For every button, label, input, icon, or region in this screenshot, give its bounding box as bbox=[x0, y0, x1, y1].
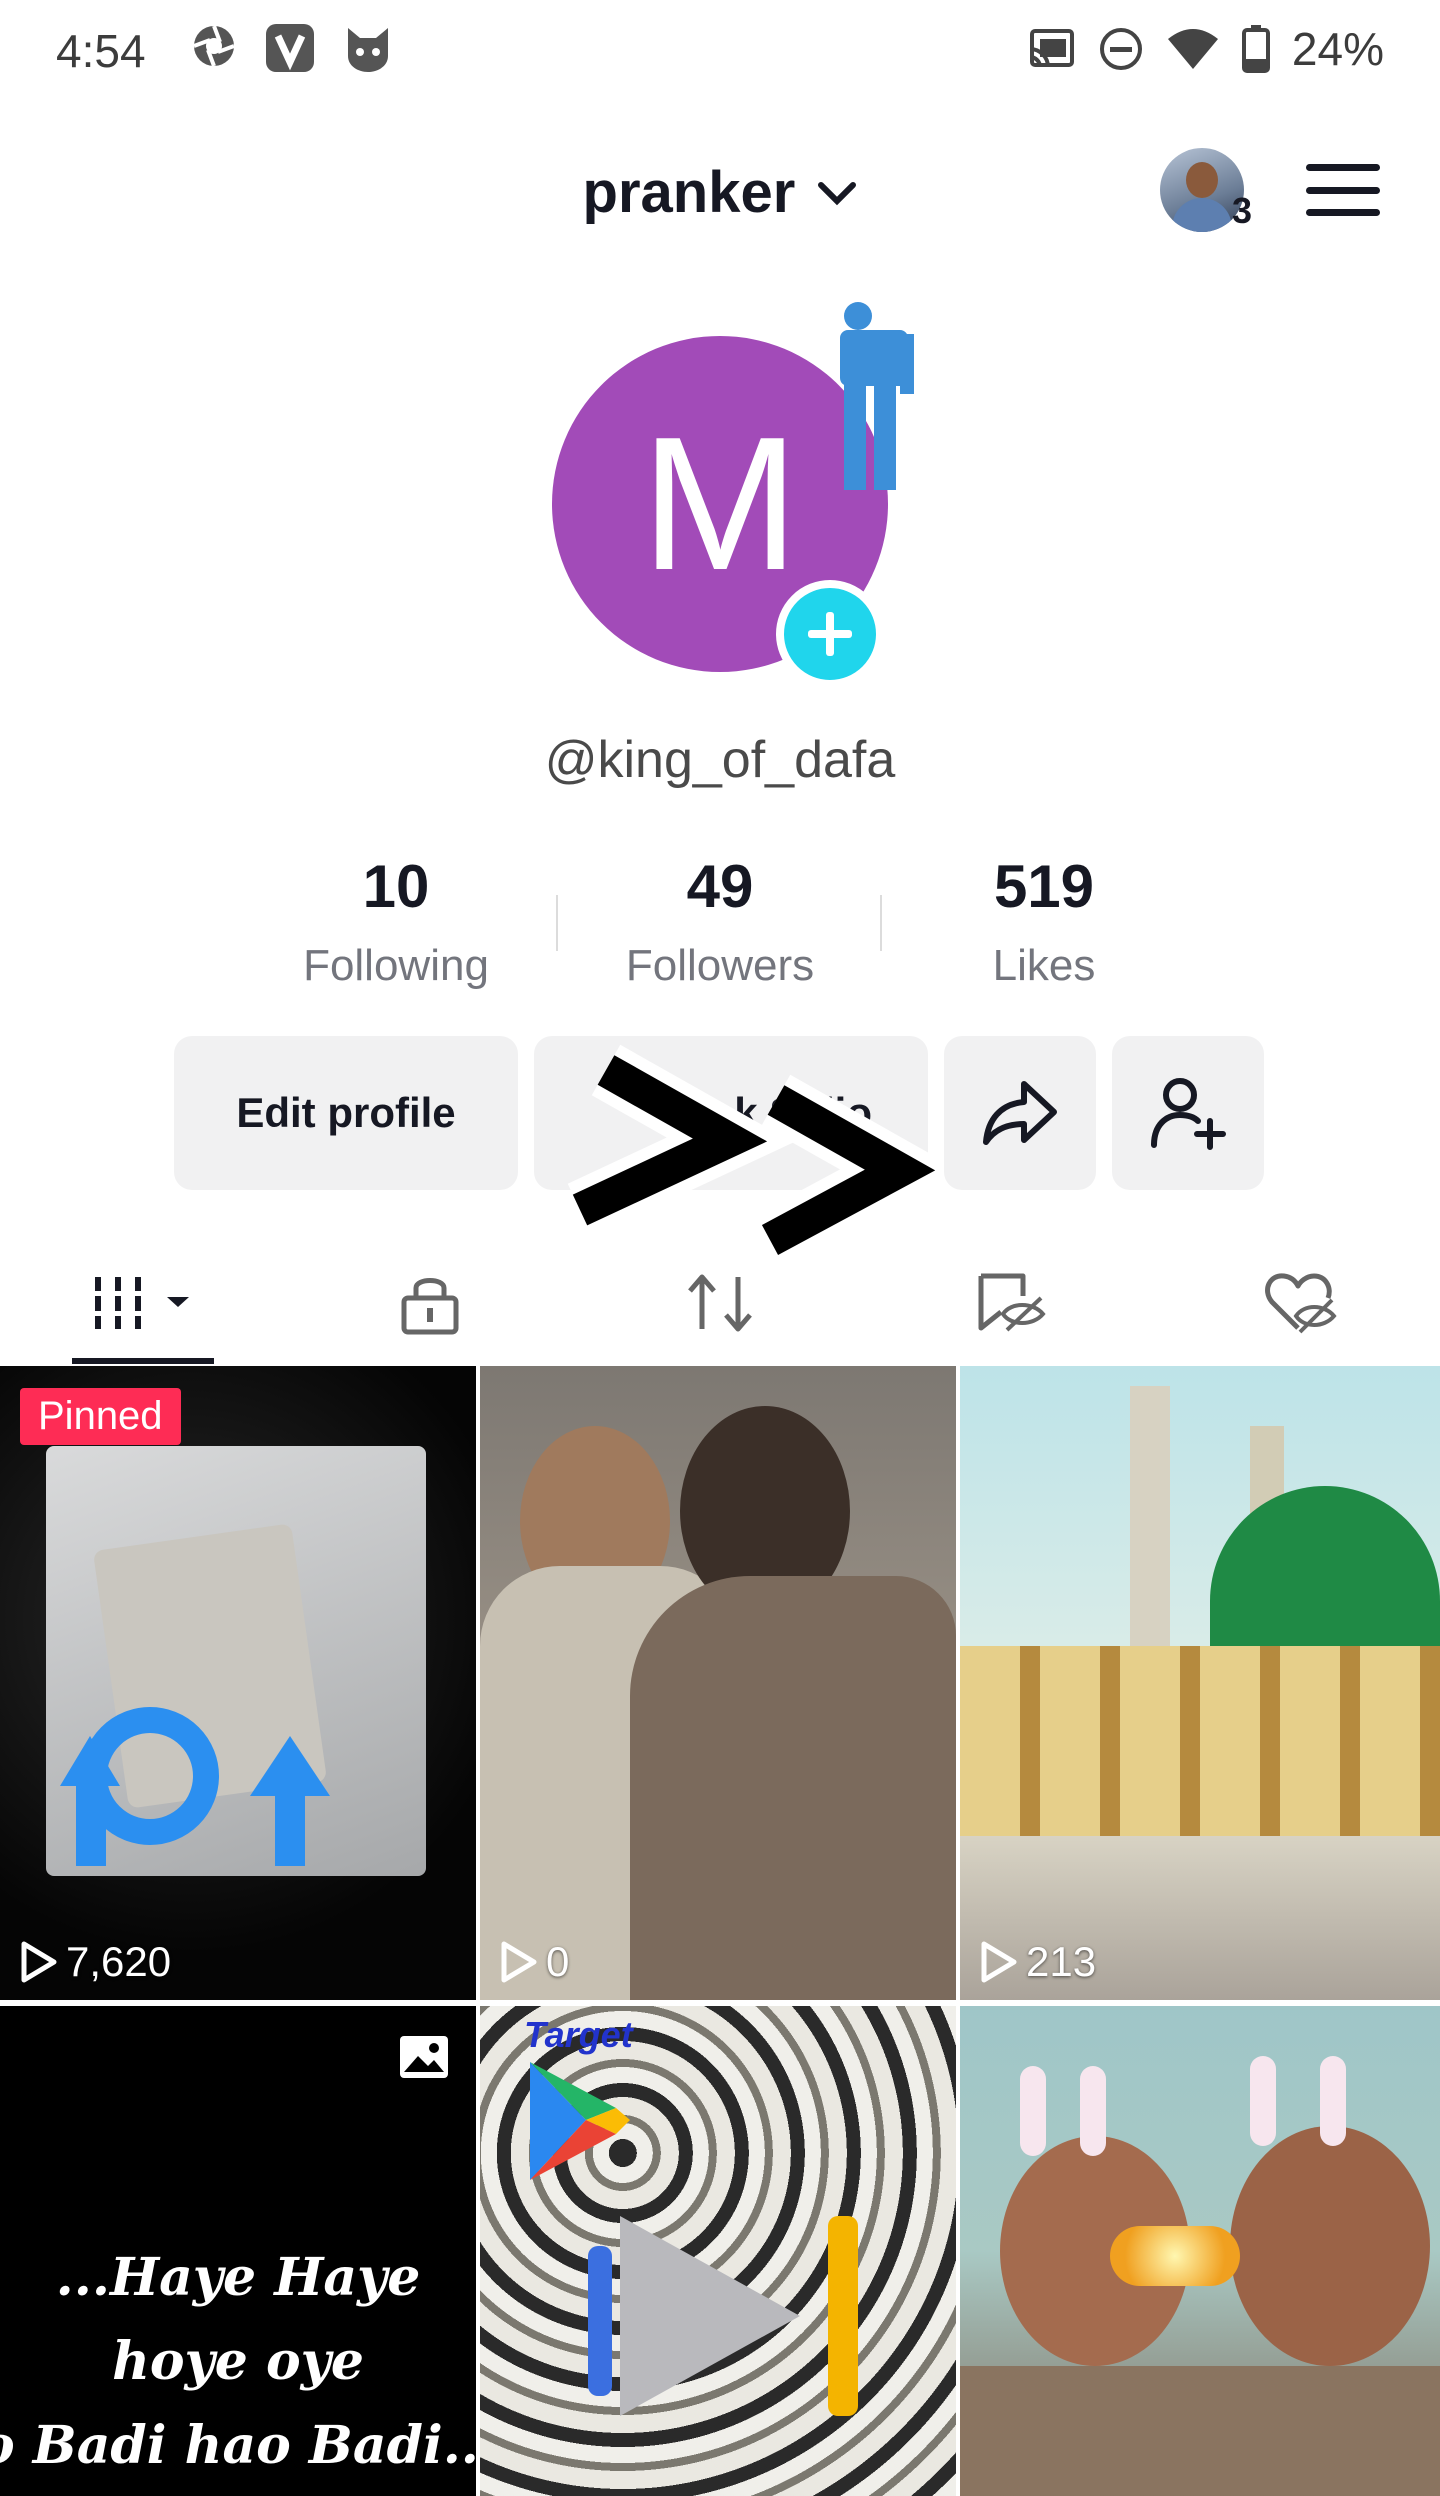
view-count: 7,620 bbox=[18, 1938, 171, 1986]
play-icon bbox=[981, 1941, 1017, 1983]
heart-hidden-icon bbox=[1265, 1273, 1337, 1334]
view-count-text: 0 bbox=[546, 1938, 570, 1985]
wifi-icon bbox=[1167, 29, 1218, 69]
do-not-disturb-icon bbox=[1099, 28, 1142, 70]
cast-icon bbox=[1029, 29, 1074, 68]
video-thumbnail[interactable]: Target bbox=[480, 2006, 956, 2496]
stat-followers[interactable]: 49 Followers bbox=[590, 852, 850, 991]
v-app-icon bbox=[266, 24, 314, 72]
caption-line: ...Haye Haye bbox=[55, 2247, 421, 2308]
stat-following[interactable]: 10 Following bbox=[266, 852, 526, 991]
video-thumbnail[interactable] bbox=[960, 2006, 1440, 2496]
plus-icon bbox=[808, 612, 852, 656]
aperture-icon bbox=[193, 25, 235, 67]
cat-app-icon bbox=[348, 28, 388, 72]
photo-icon bbox=[400, 2036, 448, 2078]
tab-private[interactable] bbox=[360, 1240, 500, 1366]
active-tab-indicator bbox=[72, 1358, 214, 1364]
tab-liked[interactable] bbox=[1230, 1240, 1370, 1366]
play-icon bbox=[21, 1941, 57, 1983]
stat-divider bbox=[556, 895, 558, 951]
bookmark-hidden-icon bbox=[978, 1273, 1046, 1332]
stat-value: 49 bbox=[686, 853, 754, 920]
person-figure-icon bbox=[840, 302, 914, 490]
battery-icon bbox=[1241, 25, 1270, 73]
view-count: 0 bbox=[498, 1938, 569, 1986]
menu-icon[interactable] bbox=[1306, 160, 1380, 220]
share-icon bbox=[983, 1081, 1057, 1145]
status-bar: 4:54 24% bbox=[0, 0, 1440, 100]
account-count-badge: 3 bbox=[1232, 190, 1253, 231]
photo-thumbnail[interactable]: ...Haye Haye hoye oye o Badi hao Badi... bbox=[0, 2006, 476, 2496]
repost-icon bbox=[688, 1274, 752, 1332]
view-count-text: 213 bbox=[1026, 1938, 1097, 1985]
avatar-letter: M bbox=[640, 398, 800, 610]
edit-profile-button[interactable]: Edit profile bbox=[174, 1036, 518, 1190]
refresh-arrows-icon bbox=[60, 1707, 330, 1866]
stat-likes[interactable]: 519 Likes bbox=[914, 852, 1174, 991]
profile-tabs bbox=[0, 1240, 1440, 1366]
username: @king_of_dafa bbox=[544, 731, 896, 789]
video-thumbnail[interactable]: 213 bbox=[960, 1366, 1440, 2000]
photo-caption: ...Haye Haye hoye oye o Badi hao Badi... bbox=[0, 2236, 476, 2488]
view-count-text: 7,620 bbox=[66, 1938, 172, 1985]
tab-favorites[interactable] bbox=[940, 1240, 1080, 1366]
stat-label: Likes bbox=[992, 941, 1096, 990]
lock-icon bbox=[401, 1278, 459, 1335]
stat-value: 519 bbox=[993, 853, 1095, 920]
tab-videos[interactable] bbox=[60, 1240, 220, 1366]
add-person-icon bbox=[1151, 1078, 1226, 1150]
stat-value: 10 bbox=[362, 853, 430, 920]
stat-divider bbox=[880, 895, 882, 951]
account-name: pranker bbox=[582, 160, 796, 226]
share-profile-button[interactable] bbox=[944, 1036, 1096, 1190]
add-avatar-button[interactable] bbox=[776, 580, 884, 688]
caption-line: o Badi hao Badi... bbox=[0, 2415, 476, 2476]
chevron-down-icon bbox=[818, 181, 857, 205]
play-icon bbox=[501, 1941, 537, 1983]
caption-line: hoye oye bbox=[112, 2331, 364, 2392]
video-thumbnail[interactable]: Pinned 7,620 bbox=[0, 1366, 476, 2000]
pinned-badge: Pinned bbox=[20, 1388, 181, 1445]
view-count: 213 bbox=[978, 1938, 1096, 1986]
status-time: 4:54 bbox=[56, 25, 146, 77]
stat-label: Followers bbox=[625, 941, 815, 990]
thumbnail-label: Target bbox=[524, 2014, 633, 2055]
battery-percentage: 24% bbox=[1291, 23, 1384, 75]
video-thumbnail[interactable]: 0 bbox=[480, 1366, 956, 2000]
large-play-icon bbox=[620, 2216, 800, 2416]
play-store-icon bbox=[530, 2062, 630, 2180]
grid-sort-icon bbox=[87, 1277, 189, 1329]
add-friend-button[interactable] bbox=[1112, 1036, 1264, 1190]
stat-label: Following bbox=[303, 941, 489, 990]
tab-reposts[interactable] bbox=[650, 1240, 790, 1366]
